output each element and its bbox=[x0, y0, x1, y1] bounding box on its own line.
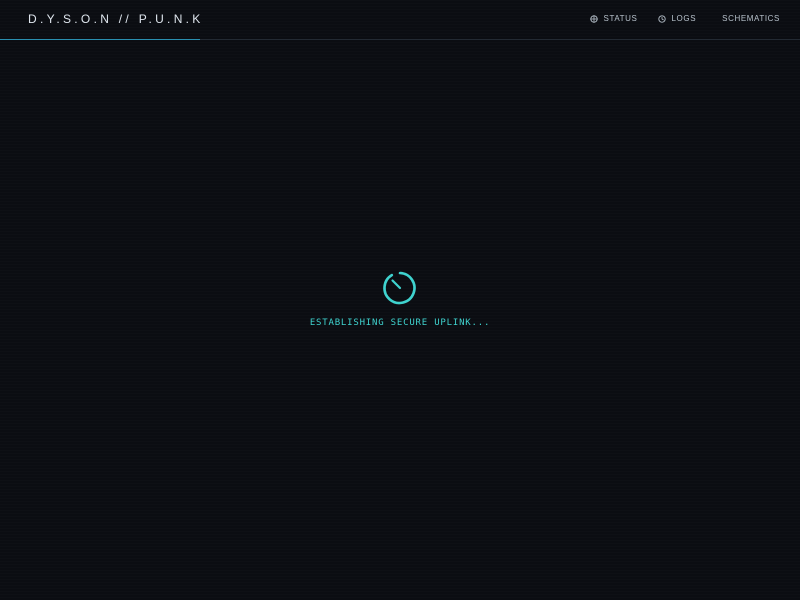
loading-panel: ESTABLISHING SECURE UPLINK... bbox=[0, 270, 800, 328]
brand-underline-accent bbox=[0, 39, 200, 40]
crosshair-icon bbox=[589, 14, 598, 23]
nav-item-status-label: STATUS bbox=[603, 14, 638, 23]
clock-icon bbox=[657, 14, 666, 23]
nav-item-schematics-label: SCHEMATICS bbox=[722, 14, 780, 23]
main-nav: STATUS LOGS SCHEMATICS bbox=[589, 14, 780, 23]
nav-item-logs[interactable]: LOGS bbox=[657, 14, 697, 23]
nav-item-schematics[interactable]: SCHEMATICS bbox=[722, 14, 780, 23]
loading-spinner-icon bbox=[383, 271, 416, 305]
brand-logo-text[interactable]: D.Y.S.O.N // P.U.N.K bbox=[28, 12, 204, 26]
nav-item-status[interactable]: STATUS bbox=[589, 14, 638, 23]
nav-item-logs-label: LOGS bbox=[671, 14, 697, 23]
loading-status-text: ESTABLISHING SECURE UPLINK... bbox=[309, 318, 491, 328]
top-navigation-bar: D.Y.S.O.N // P.U.N.K STATUS LOGS SCHEMAT… bbox=[0, 0, 800, 40]
